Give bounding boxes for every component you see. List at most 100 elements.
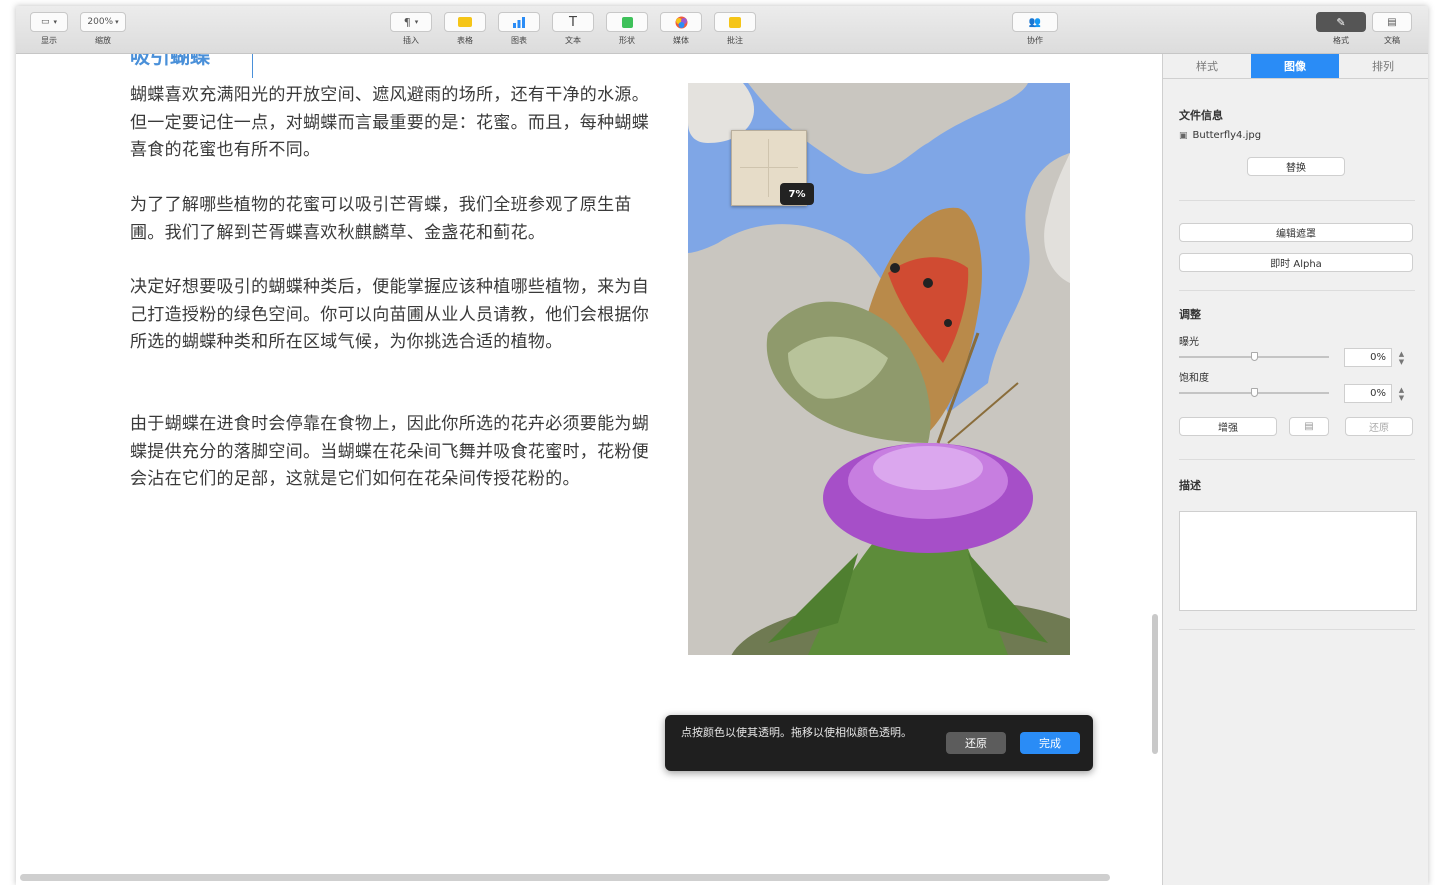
text-control[interactable]: T 文本: [552, 12, 594, 46]
collaborate-button[interactable]: 👥: [1012, 12, 1058, 32]
hud-done-button[interactable]: 完成: [1020, 732, 1080, 754]
exposure-slider-thumb[interactable]: [1251, 352, 1258, 361]
format-label: 格式: [1333, 36, 1349, 45]
paintbrush-icon: ✎: [1336, 15, 1346, 29]
exposure-stepper[interactable]: ▲ ▼: [1396, 348, 1407, 367]
pilcrow-icon: ¶: [403, 15, 411, 29]
document-button[interactable]: ▤: [1372, 12, 1412, 32]
vertical-scrollbar[interactable]: [1152, 614, 1158, 754]
format-button[interactable]: ✎: [1316, 12, 1366, 32]
zoom-label: 缩放: [95, 36, 111, 45]
text-cursor: [252, 54, 253, 78]
document-icon: ▤: [1387, 16, 1397, 28]
file-icon: ▣: [1179, 130, 1188, 141]
replace-button[interactable]: 替换: [1247, 157, 1345, 176]
inspector-tabs: 样式 图像 排列: [1163, 54, 1428, 79]
saturation-stepper[interactable]: ▲ ▼: [1396, 384, 1407, 403]
chevron-down-icon[interactable]: ▼: [1399, 358, 1404, 366]
paragraph-4[interactable]: 由于蝴蝶在进食时会停靠在食物上，因此你所选的花卉必须要能为蝴蝶提供充分的落脚空间…: [130, 411, 664, 494]
insert-control[interactable]: ¶ ▾ 插入: [390, 12, 432, 46]
file-info-title: 文件信息: [1179, 109, 1223, 122]
shape-control[interactable]: 形状: [606, 12, 648, 46]
exposure-field[interactable]: 0%: [1344, 348, 1392, 367]
file-info-row: ▣ Butterfly4.jpg: [1179, 130, 1261, 141]
divider: [1179, 459, 1415, 460]
media-label: 媒体: [673, 36, 689, 45]
chart-button[interactable]: [498, 12, 540, 32]
chevron-down-icon: ▾: [414, 18, 419, 26]
collaborate-label: 协作: [1027, 36, 1043, 45]
chart-control[interactable]: 图表: [498, 12, 540, 46]
chevron-down-icon[interactable]: ▼: [1399, 394, 1404, 402]
shape-icon: [621, 16, 633, 28]
divider: [1179, 629, 1415, 630]
text-box-icon: T: [569, 14, 577, 30]
saturation-slider-thumb[interactable]: [1251, 388, 1258, 397]
description-field[interactable]: [1179, 511, 1417, 611]
table-label: 表格: [457, 36, 473, 45]
paragraph-2[interactable]: 为了了解哪些植物的花蜜可以吸引芒胥蝶，我们全班参观了原生苗圃。我们了解到芒胥蝶喜…: [130, 192, 664, 247]
description-title: 描述: [1179, 479, 1201, 492]
view-label: 显示: [41, 36, 57, 45]
comment-label: 批注: [727, 36, 743, 45]
levels-icon: ▤: [1304, 421, 1314, 432]
file-name: Butterfly4.jpg: [1192, 130, 1262, 141]
hud-reset-button[interactable]: 还原: [946, 732, 1006, 754]
shape-button[interactable]: [606, 12, 648, 32]
media-button[interactable]: [660, 12, 702, 32]
toolbar: ▭ ▾ 显示 200% ▾ 缩放 ¶ ▾ 插入 表格 图表 T 文本 形状 媒体…: [16, 6, 1428, 54]
comment-control[interactable]: 批注: [714, 12, 756, 46]
shape-label: 形状: [619, 36, 635, 45]
media-icon: [675, 16, 687, 28]
view-button[interactable]: ▭ ▾: [30, 12, 68, 32]
paragraph-1[interactable]: 蝴蝶喜欢充满阳光的开放空间、遮风避雨的场所，还有干净的水源。但一定要记住一点，对…: [130, 82, 664, 165]
insert-label: 插入: [403, 36, 419, 45]
alpha-percent-badge: 7%: [780, 183, 814, 205]
enhance-button[interactable]: 增强: [1179, 417, 1277, 436]
comment-icon: [729, 16, 741, 28]
instant-alpha-button[interactable]: 即时 Alpha: [1179, 253, 1413, 272]
reset-button[interactable]: 还原: [1345, 417, 1413, 436]
format-control[interactable]: ✎ 格式: [1316, 12, 1366, 46]
chart-icon: [513, 16, 525, 28]
saturation-field[interactable]: 0%: [1344, 384, 1392, 403]
comment-button[interactable]: [714, 12, 756, 32]
divider: [1179, 200, 1415, 201]
chart-label: 图表: [511, 36, 527, 45]
text-label: 文本: [565, 36, 581, 45]
view-control[interactable]: ▭ ▾ 显示: [30, 12, 68, 46]
document-control[interactable]: ▤ 文稿: [1372, 12, 1412, 46]
collaborate-control[interactable]: 👥 协作: [1012, 12, 1058, 46]
tab-style[interactable]: 样式: [1163, 54, 1251, 78]
tab-arrange[interactable]: 排列: [1339, 54, 1427, 78]
paragraph-3[interactable]: 决定好想要吸引的蝴蝶种类后，便能掌握应该种植哪些植物，来为自己打造授粉的绿色空间…: [130, 274, 664, 357]
zoom-select[interactable]: 200% ▾: [80, 12, 126, 32]
horizontal-scrollbar[interactable]: [20, 874, 1110, 881]
levels-button[interactable]: ▤: [1289, 417, 1329, 436]
sidebar-icon: ▭: [40, 17, 50, 27]
chevron-up-icon[interactable]: ▲: [1399, 386, 1404, 394]
table-icon: [458, 17, 472, 27]
collaborate-icon: 👥: [1028, 16, 1042, 28]
hud-message: 点按颜色以使其透明。拖移以使相似颜色透明。: [681, 726, 912, 739]
edit-mask-button[interactable]: 编辑遮罩: [1179, 223, 1413, 242]
insert-button[interactable]: ¶ ▾: [390, 12, 432, 32]
chevron-down-icon: ▾: [115, 18, 119, 26]
saturation-label: 饱和度: [1179, 373, 1209, 384]
exposure-label: 曝光: [1179, 337, 1199, 348]
table-button[interactable]: [444, 12, 486, 32]
document-canvas[interactable]: 吸引蝴蝶 蝴蝶喜欢充满阳光的开放空间、遮风避雨的场所，还有干净的水源。但一定要记…: [16, 54, 1162, 885]
zoom-control[interactable]: 200% ▾ 缩放: [80, 12, 126, 46]
instant-alpha-hud: 点按颜色以使其透明。拖移以使相似颜色透明。 还原 完成: [665, 715, 1093, 771]
format-inspector: 样式 图像 排列 文件信息 ▣ Butterfly4.jpg 替换 编辑遮罩 即…: [1162, 54, 1428, 885]
document-heading[interactable]: 吸引蝴蝶: [130, 54, 210, 69]
table-control[interactable]: 表格: [444, 12, 486, 46]
adjust-title: 调整: [1179, 308, 1201, 321]
document-label: 文稿: [1384, 36, 1400, 45]
media-control[interactable]: 媒体: [660, 12, 702, 46]
zoom-value: 200%: [87, 17, 114, 27]
tab-image[interactable]: 图像: [1251, 54, 1339, 78]
chevron-up-icon[interactable]: ▲: [1399, 350, 1404, 358]
text-button[interactable]: T: [552, 12, 594, 32]
pages-window: ▭ ▾ 显示 200% ▾ 缩放 ¶ ▾ 插入 表格 图表 T 文本 形状 媒体…: [16, 6, 1428, 885]
